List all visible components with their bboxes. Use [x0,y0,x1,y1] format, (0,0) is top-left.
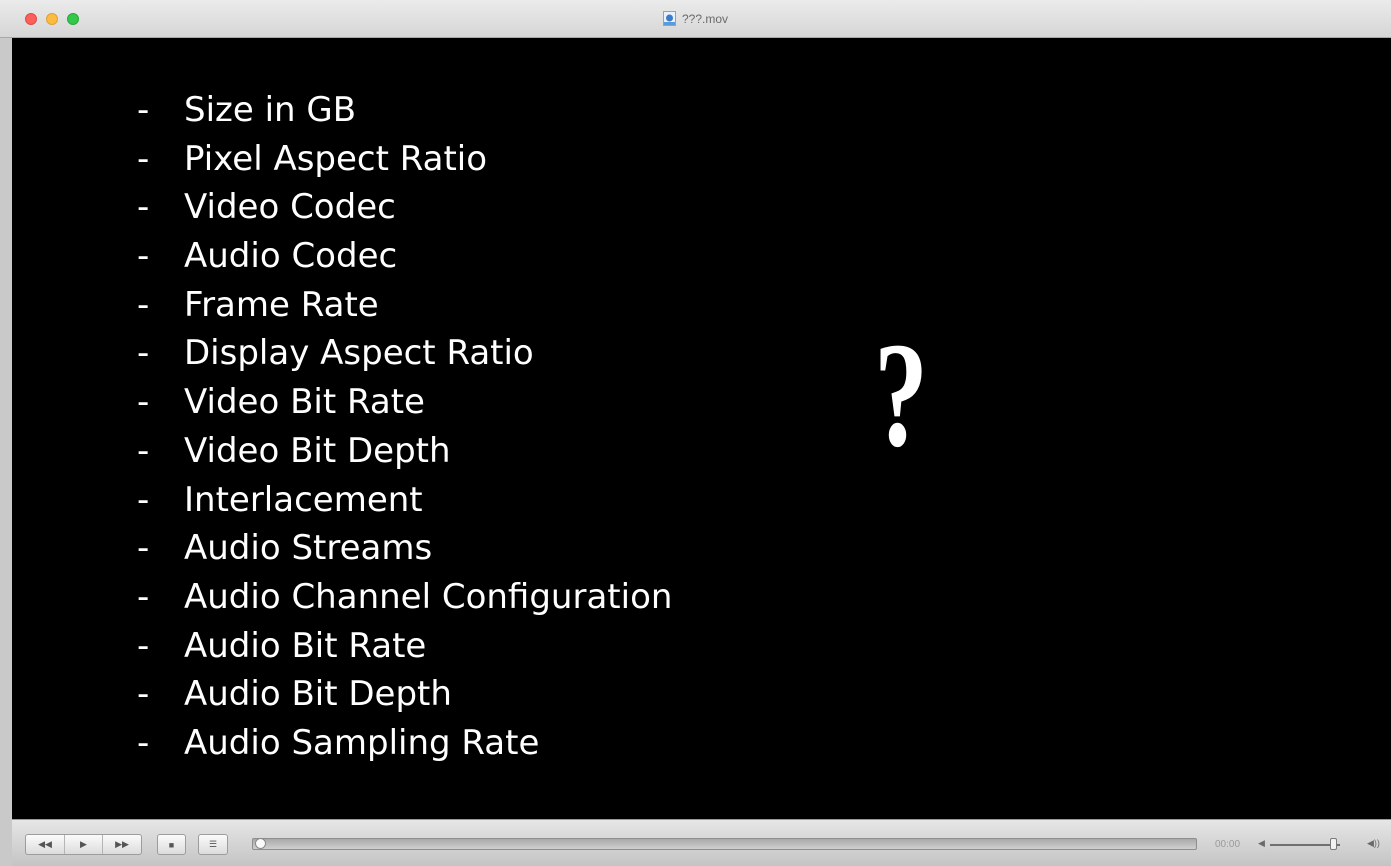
stop-button[interactable]: ■ [158,835,185,854]
property-item: - Video Codec [137,183,672,232]
property-list: - Size in GB - Pixel Aspect Ratio - Video Cod… [137,86,672,768]
property-item: - Audio Streams [137,524,672,573]
property-item: - Video Bit Rate [137,378,672,427]
elapsed-time: 00:00 [1215,839,1241,850]
bullet-dash: - [137,90,150,130]
fast-forward-icon: ▶▶ [115,839,129,849]
property-label: Video Bit Rate [184,382,425,423]
rewind-button[interactable]: ◀◀ [26,835,65,854]
property-item: - Audio Codec [137,232,672,281]
bullet-dash: - [137,625,150,666]
control-bar: ◀◀ ▶ ▶▶ ■ ☰ 00:00 ◀ ◀)) [12,819,1391,866]
bullet-dash: - [137,430,150,471]
player-window: ???.mov - Size in GB - Pixel Aspect Ratio - V… [0,0,1391,866]
seek-handle[interactable] [255,838,266,849]
bullet-dash: - [137,333,150,374]
video-area[interactable]: - Size in GB - Pixel Aspect Ratio - Video Cod… [12,38,1391,819]
property-item: - Audio Bit Depth [137,670,672,719]
window-title: ???.mov [0,11,1391,26]
question-mark: ? [874,312,928,478]
property-label: Audio Bit Depth [184,674,452,715]
window-title-text: ???.mov [681,12,729,26]
property-item: - Frame Rate [137,281,672,330]
movie-file-icon [662,11,676,26]
property-label: Audio Channel Configuration [184,576,673,617]
property-label: Audio Sampling Rate [184,722,540,763]
volume-high-icon[interactable]: ◀)) [1367,838,1380,849]
bullet-dash: - [137,722,150,763]
stop-control: ■ [157,834,186,855]
property-item: - Display Aspect Ratio [137,329,672,378]
property-label: Audio Streams [184,528,433,569]
bullet-dash: - [137,236,150,277]
property-label: Video Bit Depth [184,430,451,471]
bullet-dash: - [137,138,150,179]
property-item: - Size in GB [137,86,672,135]
play-icon: ▶ [80,839,87,849]
property-item: - Interlacement [137,476,672,525]
playlist-button[interactable]: ☰ [199,835,227,854]
playlist-icon: ☰ [208,839,218,849]
property-label: Size in GB [184,90,357,130]
fast-forward-button[interactable]: ▶▶ [103,835,141,854]
play-button[interactable]: ▶ [65,835,103,854]
bullet-dash: - [137,528,150,569]
seek-bar[interactable] [252,838,1197,850]
title-bar[interactable]: ???.mov [0,0,1391,38]
bullet-dash: - [137,674,150,715]
bullet-dash: - [137,382,150,423]
property-item: - Video Bit Depth [137,427,672,476]
volume-handle[interactable] [1330,838,1337,850]
bullet-dash: - [137,576,150,617]
stop-icon: ■ [168,839,175,850]
property-label: Pixel Aspect Ratio [184,138,488,179]
property-label: Audio Codec [184,236,398,277]
bullet-dash: - [137,187,150,228]
property-label: Display Aspect Ratio [184,333,534,374]
transport-controls: ◀◀ ▶ ▶▶ [25,834,142,855]
property-label: Audio Bit Rate [184,625,427,666]
property-item: - Audio Channel Configuration [137,573,672,622]
bullet-dash: - [137,284,150,325]
property-item: - Audio Sampling Rate [137,719,672,768]
property-item: - Pixel Aspect Ratio [137,135,672,184]
rewind-icon: ◀◀ [38,839,52,849]
playlist-control: ☰ [198,834,228,855]
property-label: Frame Rate [184,284,379,325]
bullet-dash: - [137,479,150,520]
property-label: Interlacement [184,479,423,520]
volume-low-icon[interactable]: ◀ [1258,838,1265,849]
property-label: Video Codec [184,187,396,228]
property-item: - Audio Bit Rate [137,622,672,671]
